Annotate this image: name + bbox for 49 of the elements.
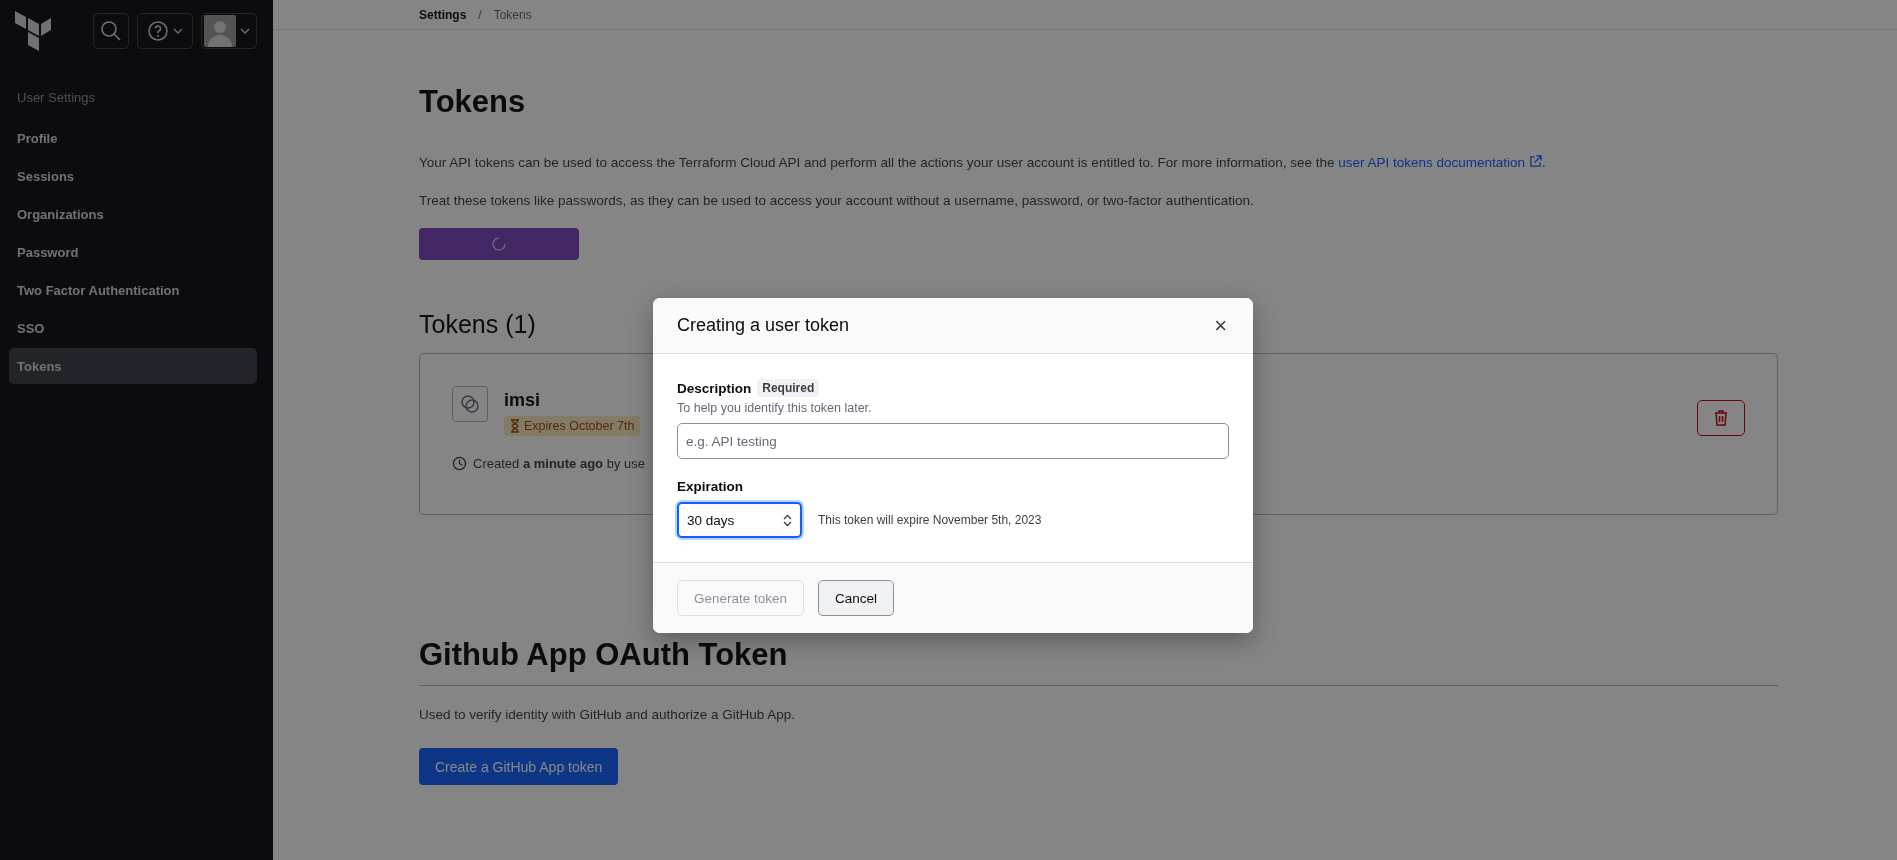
avatar-icon	[204, 14, 236, 47]
caret-icon	[240, 27, 250, 34]
close-button[interactable]: ×	[1212, 314, 1229, 337]
cancel-button[interactable]: Cancel	[818, 580, 895, 616]
sidebar-item[interactable]: SSO	[9, 310, 257, 346]
section-heading: Tokens (1)	[419, 310, 536, 339]
github-description: Used to verify identity with GitHub and authorize a GitHub App.	[419, 706, 796, 724]
sidebar-item[interactable]: Sessions	[9, 158, 257, 194]
documentation-link[interactable]: user API tokens documentation	[1338, 155, 1542, 170]
breadcrumb-separator: /	[478, 7, 482, 22]
spinner-icon	[491, 236, 507, 252]
external-link-icon	[1528, 155, 1542, 168]
delete-button[interactable]	[1697, 400, 1745, 436]
help-button[interactable]	[137, 12, 193, 49]
expiry-hint: This token will expire November 5th, 2023	[818, 513, 1042, 527]
page-title: Tokens	[419, 84, 526, 120]
logo-icon[interactable]	[15, 10, 51, 51]
help-icon	[147, 19, 169, 42]
create-github-token-button[interactable]: Create a GitHub App token	[419, 748, 619, 785]
expiration-select[interactable]: 30 days	[677, 502, 802, 538]
intro-text: Your API tokens can be used to access the Terraform Cloud API and perform all the actions your user account is entitled to. For more information, see the user API tokens documentation .	[419, 154, 1547, 172]
search-icon	[100, 19, 122, 42]
token-icon	[452, 386, 488, 422]
dialog-title: Creating a user token	[677, 315, 850, 336]
section-title: User Settings	[17, 90, 97, 107]
field-label: Description	[677, 380, 752, 396]
section-heading: Github App OAuth Token	[419, 637, 1778, 686]
sidebar-item[interactable]: Organizations	[9, 196, 257, 232]
caret-icon	[173, 27, 183, 34]
sidebar-item[interactable]: Two Factor Authentication	[9, 272, 257, 308]
hourglass-icon	[510, 419, 520, 433]
sidebar-item[interactable]: Tokens	[9, 348, 257, 384]
updown-icon	[783, 513, 792, 527]
trash-icon	[1714, 410, 1728, 426]
search-button[interactable]	[93, 12, 129, 49]
sidebar-item[interactable]: Profile	[9, 120, 257, 156]
breadcrumb-item[interactable]: Settings	[419, 7, 467, 22]
help-text: To help you identify this token later.	[677, 401, 873, 415]
sidebar-item[interactable]: Password	[9, 234, 257, 270]
account-button[interactable]	[201, 12, 257, 49]
required-badge: Required	[757, 379, 820, 397]
token-name: imsi	[504, 390, 542, 411]
created-text: Created a minute ago by use	[473, 456, 645, 471]
clock-icon	[452, 456, 467, 471]
warning-text: Treat these tokens like passwords, as they can be used to access your account without a username, password, or two-factor authentication.	[419, 192, 1255, 210]
expiry-badge: Expires October 7th	[504, 416, 641, 436]
field-label: Expiration	[677, 479, 743, 494]
description-field[interactable]: e.g. API testing	[677, 423, 1229, 459]
breadcrumb-item[interactable]: Tokens	[493, 7, 532, 22]
